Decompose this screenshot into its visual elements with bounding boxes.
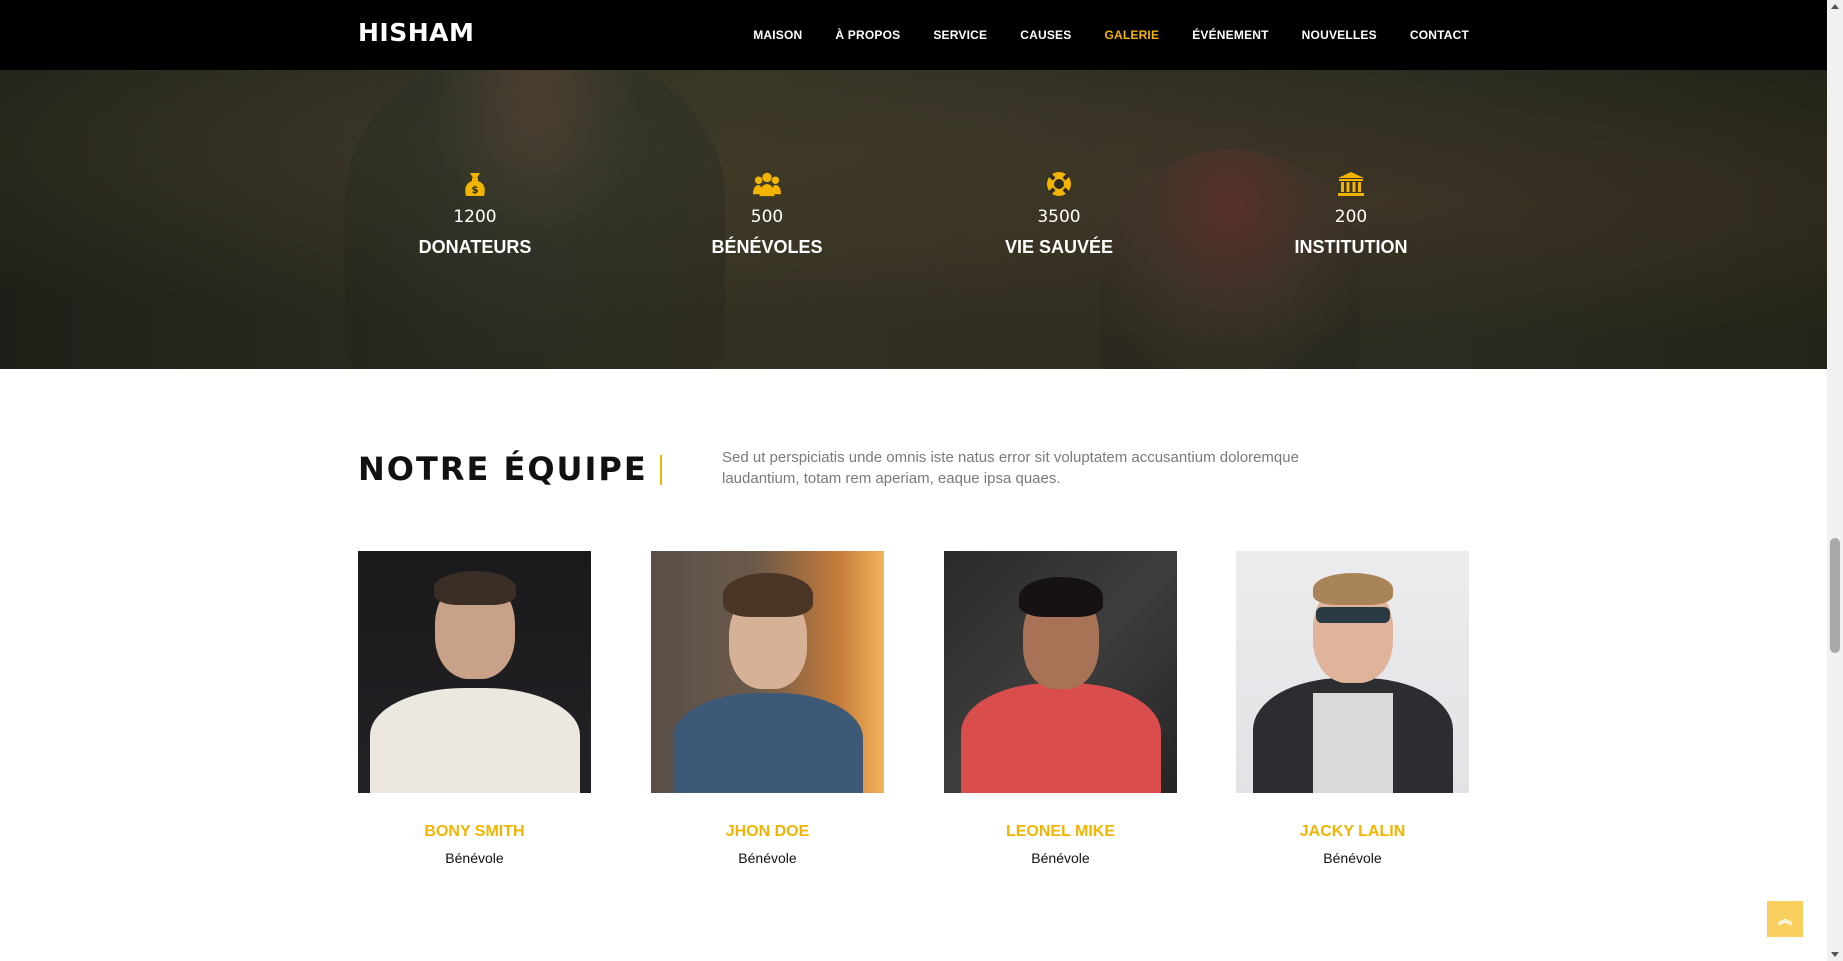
counter-value: 1200 bbox=[453, 207, 497, 227]
back-to-top-button[interactable]: ︽ bbox=[1767, 901, 1803, 937]
member-photo-shape bbox=[1018, 577, 1103, 617]
counter-volunteers: 500 BÉNÉVOLES bbox=[637, 170, 897, 258]
team-member-card[interactable]: JACKY LALIN Bénévole bbox=[1236, 551, 1469, 866]
scroll-up-arrow-icon[interactable] bbox=[1831, 4, 1839, 9]
member-name[interactable]: BONY SMITH bbox=[358, 823, 591, 841]
money-bag-icon: $ bbox=[461, 170, 489, 198]
nav-item-maison[interactable]: MAISON bbox=[753, 28, 802, 42]
counter-institutions: 200 INSTITUTION bbox=[1221, 170, 1481, 258]
member-photo-shape bbox=[369, 688, 580, 793]
counter-value: 500 bbox=[750, 207, 784, 227]
counter-label: VIE SAUVÉE bbox=[1004, 237, 1114, 257]
team-member-card[interactable]: BONY SMITH Bénévole bbox=[358, 551, 591, 866]
scroll-down-arrow-icon[interactable] bbox=[1831, 952, 1839, 957]
member-photo-shape bbox=[433, 571, 516, 605]
double-chevron-up-icon: ︽ bbox=[1778, 911, 1792, 927]
counter-value: 200 bbox=[1334, 207, 1368, 227]
svg-text:$: $ bbox=[472, 185, 479, 196]
member-photo-shape bbox=[1312, 573, 1393, 605]
site-logo[interactable]: HISHAM bbox=[358, 18, 474, 47]
nav-item-a-propos[interactable]: À PROPOS bbox=[835, 28, 900, 42]
member-photo-shape bbox=[1312, 693, 1393, 793]
member-photo bbox=[944, 551, 1177, 793]
nav-item-causes[interactable]: CAUSES bbox=[1020, 28, 1071, 42]
member-photo bbox=[651, 551, 884, 793]
page-scrollbar[interactable] bbox=[1827, 0, 1843, 961]
nav-item-service[interactable]: SERVICE bbox=[933, 28, 987, 42]
group-icon bbox=[753, 170, 781, 198]
nav-item-galerie[interactable]: GALERIE bbox=[1104, 28, 1159, 42]
main-nav: MAISON À PROPOS SERVICE CAUSES GALERIE É… bbox=[720, 0, 1469, 70]
member-role: Bénévole bbox=[1031, 850, 1090, 866]
nav-item-nouvelles[interactable]: NOUVELLES bbox=[1302, 28, 1377, 42]
member-name[interactable]: JACKY LALIN bbox=[1236, 823, 1469, 841]
counter-label: INSTITUTION bbox=[1294, 237, 1408, 257]
member-photo bbox=[1236, 551, 1469, 793]
counter-label: BÉNÉVOLES bbox=[711, 237, 823, 257]
member-photo bbox=[358, 551, 591, 793]
section-description: Sed ut perspiciatis unde omnis iste natu… bbox=[722, 449, 1299, 487]
counter-lives-saved: 3500 VIE SAUVÉE bbox=[929, 170, 1189, 258]
counter-donors: $ 1200 DONATEURS bbox=[345, 170, 605, 258]
nav-item-evenement[interactable]: ÉVÉNEMENT bbox=[1192, 28, 1268, 42]
member-role: Bénévole bbox=[445, 850, 504, 866]
scrollbar-thumb[interactable] bbox=[1830, 538, 1840, 653]
institution-icon bbox=[1337, 170, 1365, 198]
member-photo-shape bbox=[722, 573, 813, 617]
member-name[interactable]: JHON DOE bbox=[651, 823, 884, 841]
team-member-card[interactable]: JHON DOE Bénévole bbox=[651, 551, 884, 866]
nav-item-contact[interactable]: CONTACT bbox=[1410, 28, 1469, 42]
member-name[interactable]: LEONEL MIKE bbox=[944, 823, 1177, 841]
team-member-card[interactable]: LEONEL MIKE Bénévole bbox=[944, 551, 1177, 866]
title-divider bbox=[660, 455, 662, 485]
member-photo-shape bbox=[1315, 607, 1390, 623]
member-photo-shape bbox=[960, 683, 1161, 793]
life-ring-icon bbox=[1045, 170, 1073, 198]
member-role: Bénévole bbox=[1323, 850, 1382, 866]
counter-label: DONATEURS bbox=[418, 237, 532, 257]
member-role: Bénévole bbox=[738, 850, 797, 866]
counter-value: 3500 bbox=[1037, 207, 1081, 227]
site-header: HISHAM MAISON À PROPOS SERVICE CAUSES GA… bbox=[0, 0, 1827, 70]
section-title: NOTRE ÉQUIPE bbox=[358, 450, 648, 488]
member-photo-shape bbox=[672, 693, 863, 793]
